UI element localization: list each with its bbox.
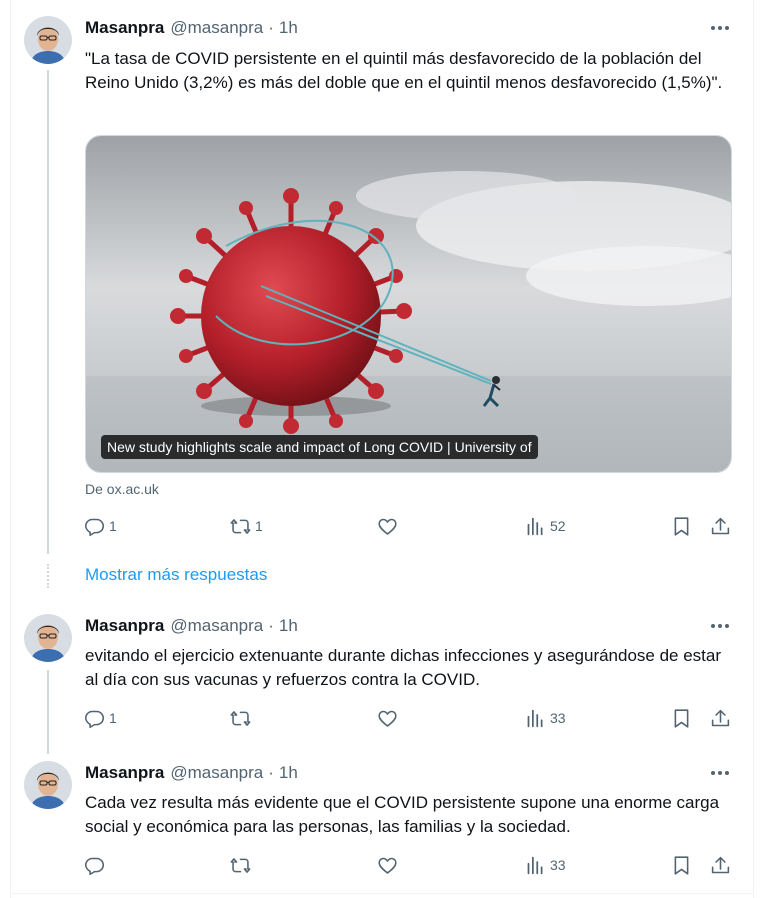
views-icon (527, 517, 543, 535)
views-icon (527, 856, 543, 874)
retweet-icon (230, 857, 251, 873)
tweet-header: Masanpra @masanpra · 1h (85, 17, 298, 39)
tweet-text: "La tasa de COVID persistente en el quin… (85, 49, 723, 92)
retweet-button[interactable]: 1 (230, 515, 263, 537)
bookmark-icon (674, 516, 689, 536)
avatar[interactable] (24, 614, 72, 662)
reply-count: 1 (109, 518, 117, 534)
more-icon[interactable] (708, 763, 732, 783)
retweet-icon (230, 710, 251, 726)
timestamp[interactable]: 1h (279, 616, 298, 636)
reply-button[interactable] (84, 854, 109, 876)
tweet-header: Masanpra @masanpra · 1h (85, 615, 298, 637)
thread-line (47, 670, 49, 754)
views-icon (527, 709, 543, 727)
views-count: 33 (550, 857, 566, 873)
timestamp[interactable]: 1h (279, 763, 298, 783)
separator: · (268, 616, 274, 635)
bookmark-button[interactable] (671, 515, 692, 537)
views-count: 52 (550, 518, 566, 534)
card-source[interactable]: De ox.ac.uk (85, 481, 159, 497)
author-handle[interactable]: @masanpra (170, 18, 263, 38)
separator: · (268, 763, 274, 782)
bookmark-button[interactable] (671, 707, 692, 729)
tweet-text: Cada vez resulta más evidente que el COV… (85, 793, 720, 836)
like-button[interactable] (377, 515, 402, 537)
show-more-replies-link[interactable]: Mostrar más respuestas (85, 565, 267, 585)
retweet-icon (230, 518, 251, 534)
share-icon (711, 517, 730, 534)
views-button[interactable]: 33 (525, 854, 566, 876)
author-name[interactable]: Masanpra (85, 18, 164, 38)
bookmark-icon (674, 708, 689, 728)
views-count: 33 (550, 710, 566, 726)
retweet-button[interactable] (230, 707, 255, 729)
bookmark-button[interactable] (671, 854, 692, 876)
reply-count: 1 (109, 710, 117, 726)
author-handle[interactable]: @masanpra (170, 763, 263, 783)
avatar[interactable] (24, 761, 72, 809)
card-image (86, 136, 731, 472)
share-icon (711, 856, 730, 873)
card-title: New study highlights scale and impact of… (101, 435, 538, 459)
like-button[interactable] (377, 707, 402, 729)
like-icon (378, 518, 397, 535)
bookmark-icon (674, 855, 689, 875)
tweet-header: Masanpra @masanpra · 1h (85, 762, 298, 784)
share-button[interactable] (710, 515, 731, 537)
views-button[interactable]: 52 (525, 515, 566, 537)
like-icon (378, 710, 397, 727)
author-name[interactable]: Masanpra (85, 616, 164, 636)
more-icon[interactable] (708, 616, 732, 636)
share-button[interactable] (710, 707, 731, 729)
author-name[interactable]: Masanpra (85, 763, 164, 783)
author-handle[interactable]: @masanpra (170, 616, 263, 636)
share-button[interactable] (710, 854, 731, 876)
reply-button[interactable]: 1 (84, 707, 117, 729)
thread-line (47, 70, 49, 554)
share-icon (711, 709, 730, 726)
like-button[interactable] (377, 854, 402, 876)
separator: · (268, 18, 274, 37)
more-icon[interactable] (708, 18, 732, 38)
retweet-count: 1 (255, 518, 263, 534)
reply-icon (84, 518, 105, 536)
retweet-button[interactable] (230, 854, 255, 876)
views-button[interactable]: 33 (525, 707, 566, 729)
timestamp[interactable]: 1h (279, 18, 298, 38)
reply-icon (84, 857, 105, 875)
thread-dots (47, 564, 49, 588)
reply-button[interactable]: 1 (84, 515, 117, 537)
avatar[interactable] (24, 16, 72, 64)
reply-icon (84, 710, 105, 728)
like-icon (378, 857, 397, 874)
divider (10, 893, 754, 894)
tweet-text: evitando el ejercicio extenuante durante… (85, 646, 722, 689)
link-card[interactable]: New study highlights scale and impact of… (85, 135, 732, 473)
